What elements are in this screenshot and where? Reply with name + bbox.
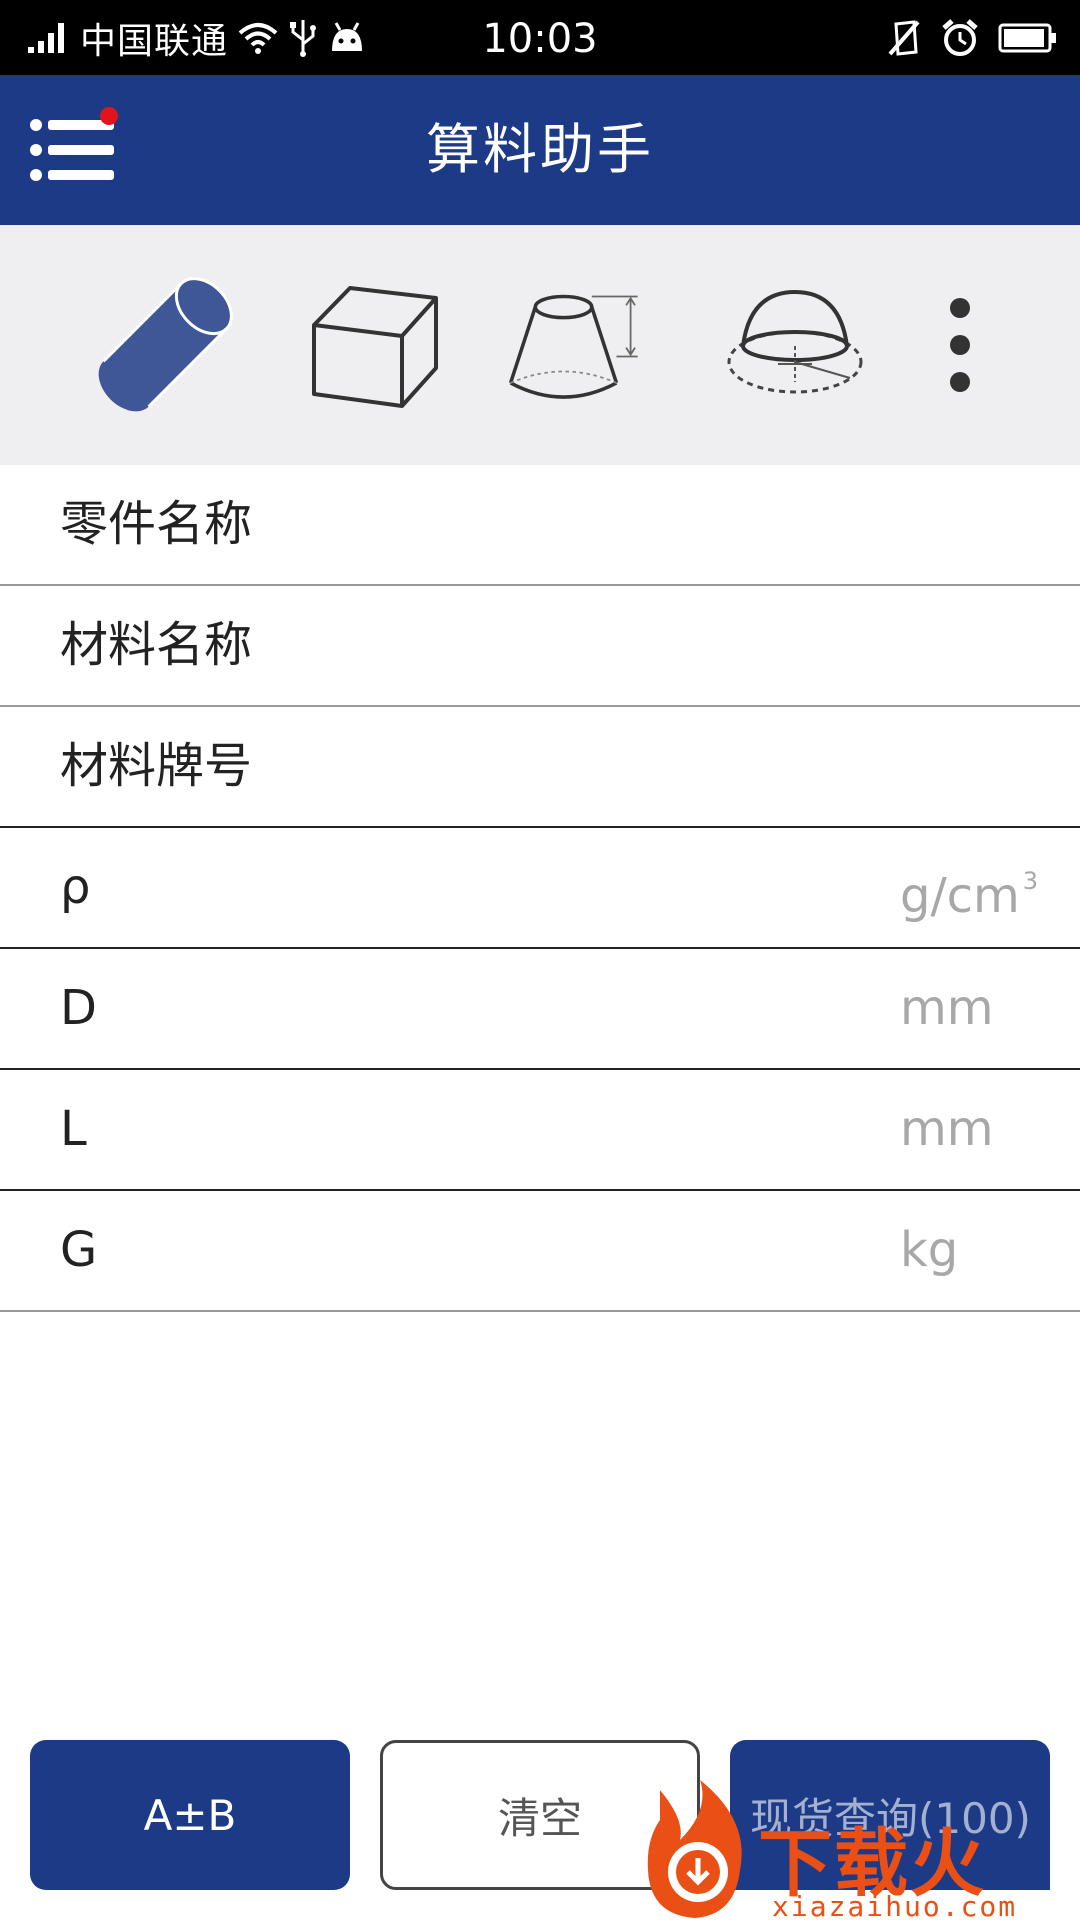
app-title: 算料助手 <box>426 118 654 181</box>
density-label: ρ <box>60 859 91 915</box>
density-unit-text: g/cm <box>900 868 1020 924</box>
calc-form: 零件名称 材料名称 材料牌号 ρ g/cm 3 D mm L mm G kg <box>0 465 1080 1312</box>
material-name-input[interactable] <box>320 606 880 686</box>
weight-label: G <box>60 1222 98 1278</box>
watermark-url: xiazaihuo.com <box>772 1890 1018 1920</box>
part-name-row: 零件名称 <box>0 465 1080 586</box>
material-name-label: 材料名称 <box>60 617 253 673</box>
shape-frustum-button[interactable] <box>500 270 650 420</box>
density-row: ρ g/cm 3 <box>0 828 1080 949</box>
weight-row: G kg <box>0 1191 1080 1312</box>
diameter-unit: mm <box>900 980 994 1036</box>
tolerance-button[interactable]: A±B <box>30 1740 350 1890</box>
material-grade-row: 材料牌号 <box>0 707 1080 828</box>
alarm-icon <box>942 18 978 56</box>
length-unit: mm <box>900 1101 994 1157</box>
length-input[interactable] <box>320 1090 880 1170</box>
shape-cylinder-button[interactable] <box>90 270 240 420</box>
part-name-input[interactable] <box>320 485 880 565</box>
more-vertical-icon <box>950 298 970 392</box>
diameter-label: D <box>60 980 97 1036</box>
app-header: 算料助手 <box>0 75 1080 225</box>
length-row: L mm <box>0 1070 1080 1191</box>
cuboid-icon <box>312 286 438 408</box>
weight-unit: kg <box>900 1222 959 1278</box>
status-right <box>886 0 1058 75</box>
material-grade-input[interactable] <box>320 727 880 807</box>
watermark: 下载火 xiazaihuo.com <box>640 1780 1080 1920</box>
shape-spherical-cap-button[interactable] <box>720 270 870 420</box>
shape-cuboid-button[interactable] <box>300 270 450 420</box>
weight-input[interactable] <box>320 1211 880 1291</box>
diameter-input[interactable] <box>320 969 880 1049</box>
battery-icon <box>998 23 1056 52</box>
density-unit: g/cm 3 <box>900 828 1038 947</box>
vibrate-off-icon <box>888 19 920 56</box>
material-name-row: 材料名称 <box>0 586 1080 707</box>
length-label: L <box>60 1101 87 1157</box>
status-bar: 中国联通 10:03 <box>0 0 1080 75</box>
spherical-cap-icon <box>727 289 863 394</box>
density-input[interactable] <box>320 848 880 928</box>
material-grade-label: 材料牌号 <box>60 738 253 794</box>
part-name-label: 零件名称 <box>60 496 253 552</box>
density-unit-exponent: 3 <box>1022 867 1039 895</box>
cylinder-icon <box>98 277 233 412</box>
watermark-flame-logo <box>647 1780 742 1918</box>
shape-toolbar <box>0 225 1080 465</box>
more-shapes-button[interactable] <box>885 270 1035 420</box>
diameter-row: D mm <box>0 949 1080 1070</box>
frustum-icon <box>508 294 638 399</box>
